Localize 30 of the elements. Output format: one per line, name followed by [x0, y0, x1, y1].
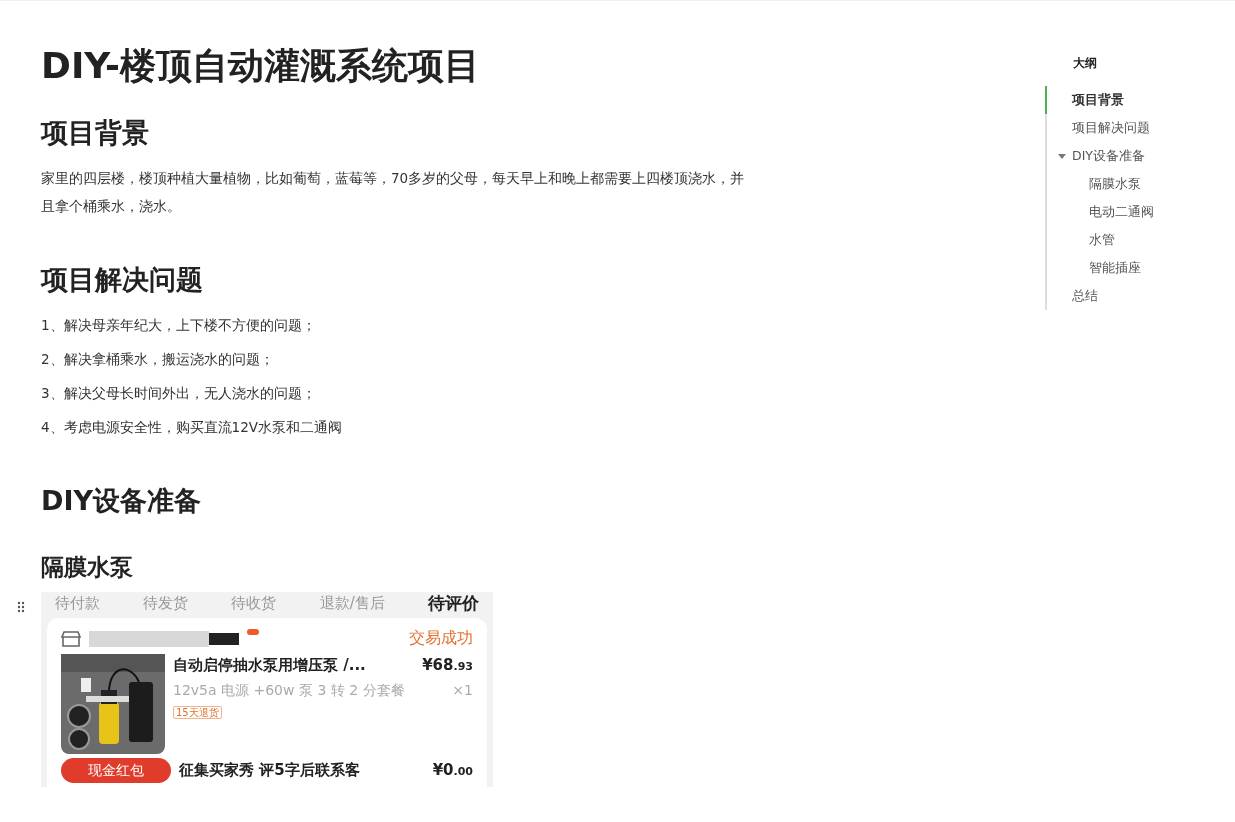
product-spec: 12v5a 电源 +60w 泵 3 转 2 分套餐 — [173, 680, 405, 700]
caret-icon[interactable] — [1058, 153, 1066, 160]
promo-title: 征集买家秀 评5字后联系客 — [179, 760, 360, 782]
paragraph: 1、解决母亲年纪大，上下楼不方便的问题； — [41, 316, 317, 336]
section-heading: 项目背景 — [41, 116, 149, 151]
cash-coupon-button[interactable]: 现金红包 — [61, 758, 171, 784]
subsection-heading: 隔膜水泵 — [41, 554, 133, 583]
section-heading: DIY设备准备 — [41, 484, 201, 519]
outline-item[interactable]: DIY设备准备 — [1045, 142, 1215, 170]
paragraph: 家里的四层楼，楼顶种植大量植物，比如葡萄，蓝莓等，70多岁的父母，每天早上和晚上都需要上四楼顶浇水，并且拿个桶乘水，浇水。 — [41, 169, 746, 217]
outline-item[interactable]: 项目背景 — [1045, 86, 1215, 114]
quantity: ×1 — [452, 680, 473, 700]
return-tag: 15天退货 — [173, 706, 222, 720]
outline-title: 大纲 — [1072, 55, 1098, 72]
outline-item[interactable]: 水管 — [1045, 226, 1215, 254]
paragraph: 4、考虑电源安全性，购买直流12V水泵和二通阀 — [41, 418, 343, 438]
price: ¥68.93 — [422, 655, 473, 677]
section-heading: 项目解决问题 — [41, 263, 203, 298]
outline-item[interactable]: 总结 — [1045, 282, 1215, 310]
page-title: DIY-楼顶自动灌溉系统项目 — [41, 44, 480, 88]
paragraph: 2、解决拿桶乘水，搬运浇水的问题； — [41, 350, 275, 370]
order-tab[interactable]: 待评价 — [428, 592, 479, 615]
product-title[interactable]: 自动启停抽水泵用增压泵 /... — [173, 654, 366, 677]
price: ¥0.00 — [432, 760, 473, 782]
paragraph: 3、解决父母长时间外出，无人浇水的问题； — [41, 384, 317, 404]
outline-item[interactable]: 项目解决问题 — [1045, 114, 1215, 142]
order-status: 交易成功 — [409, 627, 473, 650]
outline-item[interactable]: 电动二通阀 — [1045, 198, 1215, 226]
outline-item[interactable]: 智能插座 — [1045, 254, 1215, 282]
outline-item[interactable]: 隔膜水泵 — [1045, 170, 1215, 198]
